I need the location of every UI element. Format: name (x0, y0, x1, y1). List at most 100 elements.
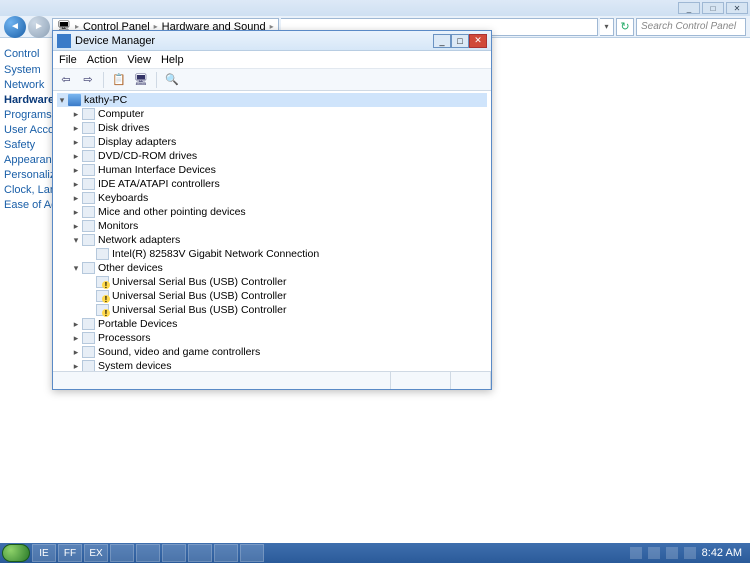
taskbar-item[interactable] (240, 544, 264, 562)
toolbar-divider (103, 72, 104, 88)
device-icon (82, 178, 95, 190)
tray-icon[interactable] (630, 547, 642, 559)
tree-expander[interactable]: ▸ (71, 361, 81, 371)
device-tree[interactable]: ▾kathy-PC ▸ Computer▸Disk drives▸Display a… (53, 91, 491, 371)
taskbar-item[interactable] (110, 544, 134, 562)
device-icon (82, 220, 95, 232)
cp-minimize-button[interactable]: _ (678, 2, 700, 14)
start-button[interactable] (2, 544, 30, 562)
taskbar-item[interactable] (188, 544, 212, 562)
tree-node[interactable]: Universal Serial Bus (USB) Controller (57, 303, 487, 317)
toolbar-forward-button[interactable]: ⇨ (79, 71, 97, 89)
device-icon (82, 234, 95, 246)
device-icon (96, 248, 109, 260)
tree-expander[interactable]: ▸ (71, 319, 81, 329)
device-icon (82, 346, 95, 358)
device-warning-icon (96, 304, 109, 316)
tree-leaf-marker (85, 277, 95, 287)
address-dropdown-button[interactable]: ▾ (600, 18, 614, 36)
tray-network-icon[interactable] (666, 547, 678, 559)
taskbar-item[interactable]: EX (84, 544, 108, 562)
tree-node[interactable]: ▸Monitors (57, 219, 487, 233)
taskbar-item[interactable]: IE (32, 544, 56, 562)
cp-maximize-button[interactable]: □ (702, 2, 724, 14)
device-icon (82, 262, 95, 274)
dm-menubar: File Action View Help (53, 51, 491, 69)
cp-titlebar: _ □ ✕ (0, 0, 750, 16)
device-manager-icon (57, 34, 71, 48)
taskbar-item[interactable] (214, 544, 238, 562)
dm-toolbar: ⇦ ⇨ 📋 🖥 🔍 (53, 69, 491, 91)
tree-expander[interactable]: ▸ (71, 165, 81, 175)
taskbar-item[interactable] (162, 544, 186, 562)
dm-close-button[interactable]: ✕ (469, 34, 487, 48)
system-tray[interactable]: 8:42 AM (630, 547, 748, 559)
tree-node-label: Mice and other pointing devices (98, 206, 246, 218)
toolbar-properties-button[interactable]: 📋 (110, 71, 128, 89)
tree-node[interactable]: ▸Keyboards (57, 191, 487, 205)
tree-expander[interactable]: ▸ (71, 109, 81, 119)
nav-forward-button[interactable]: ► (28, 16, 50, 38)
tray-clock[interactable]: 8:42 AM (702, 547, 742, 559)
device-warning-icon (96, 290, 109, 302)
tree-expander[interactable]: ▸ (71, 347, 81, 357)
tree-node[interactable]: ▸ Mice and other pointing devices (57, 205, 487, 219)
device-icon (82, 122, 95, 134)
dm-maximize-button[interactable]: □ (451, 34, 469, 48)
menu-action[interactable]: Action (87, 54, 118, 66)
tree-node[interactable]: ▸System devices (57, 359, 487, 371)
device-icon (82, 136, 95, 148)
tree-expander[interactable]: ▸ (71, 179, 81, 189)
tree-node[interactable]: ▸ Sound, video and game controllers (57, 345, 487, 359)
tree-node[interactable]: ▾Network adapters (57, 233, 487, 247)
tree-expander[interactable]: ▾ (57, 95, 67, 105)
computer-icon (68, 94, 81, 106)
toolbar-devices-button[interactable]: 🖥 (132, 71, 150, 89)
tree-node[interactable]: ▸Processors (57, 331, 487, 345)
tree-node[interactable]: ▸Portable Devices (57, 317, 487, 331)
tree-node[interactable]: ▸ DVD/CD-ROM drives (57, 149, 487, 163)
tree-node-label: Intel(R) 82583V Gigabit Network Connecti… (112, 248, 319, 260)
tree-node[interactable]: ▸Disk drives (57, 121, 487, 135)
dm-titlebar[interactable]: Device Manager _ □ ✕ (53, 31, 491, 51)
tree-expander[interactable]: ▸ (71, 123, 81, 133)
tree-node[interactable]: Intel(R) 82583V Gigabit Network Connecti… (57, 247, 487, 261)
tree-node[interactable]: ▸Display adapters (57, 135, 487, 149)
tree-node-label: Computer (98, 108, 144, 120)
tray-volume-icon[interactable] (684, 547, 696, 559)
cp-close-button[interactable]: ✕ (726, 2, 748, 14)
toolbar-scan-button[interactable]: 🔍 (163, 71, 181, 89)
nav-back-button[interactable]: ◄ (4, 16, 26, 38)
tree-node-label: Universal Serial Bus (USB) Controller (112, 276, 286, 288)
tree-leaf-marker (85, 291, 95, 301)
dm-minimize-button[interactable]: _ (433, 34, 451, 48)
tree-expander[interactable]: ▸ (71, 221, 81, 231)
tree-expander[interactable]: ▾ (71, 235, 81, 245)
tree-expander[interactable]: ▾ (71, 263, 81, 273)
menu-help[interactable]: Help (161, 54, 184, 66)
tree-node[interactable]: Universal Serial Bus (USB) Controller (57, 275, 487, 289)
tree-node-label: DVD/CD-ROM drives (98, 150, 197, 162)
tree-node[interactable]: ▾Other devices (57, 261, 487, 275)
tree-expander[interactable]: ▸ (71, 151, 81, 161)
tree-expander[interactable]: ▸ (71, 193, 81, 203)
taskbar: IEFFEX 8:42 AM (0, 543, 750, 563)
tray-icon[interactable] (648, 547, 660, 559)
taskbar-item[interactable] (136, 544, 160, 562)
toolbar-back-button[interactable]: ⇦ (57, 71, 75, 89)
tree-node[interactable]: ▸Human Interface Devices (57, 163, 487, 177)
refresh-button[interactable]: ↻ (616, 18, 634, 36)
tree-node[interactable]: ▸IDE ATA/ATAPI controllers (57, 177, 487, 191)
tree-node[interactable]: ▸ Computer (57, 107, 487, 121)
tree-expander[interactable]: ▸ (71, 333, 81, 343)
device-warning-icon (96, 276, 109, 288)
menu-file[interactable]: File (59, 54, 77, 66)
tree-expander[interactable]: ▸ (71, 137, 81, 147)
tree-node[interactable]: Universal Serial Bus (USB) Controller (57, 289, 487, 303)
menu-view[interactable]: View (127, 54, 151, 66)
tree-node[interactable]: ▾kathy-PC (57, 93, 487, 107)
search-input[interactable]: Search Control Panel (636, 18, 746, 36)
tree-expander[interactable]: ▸ (71, 207, 81, 217)
tree-node-label: Sound, video and game controllers (98, 346, 260, 358)
taskbar-item[interactable]: FF (58, 544, 82, 562)
